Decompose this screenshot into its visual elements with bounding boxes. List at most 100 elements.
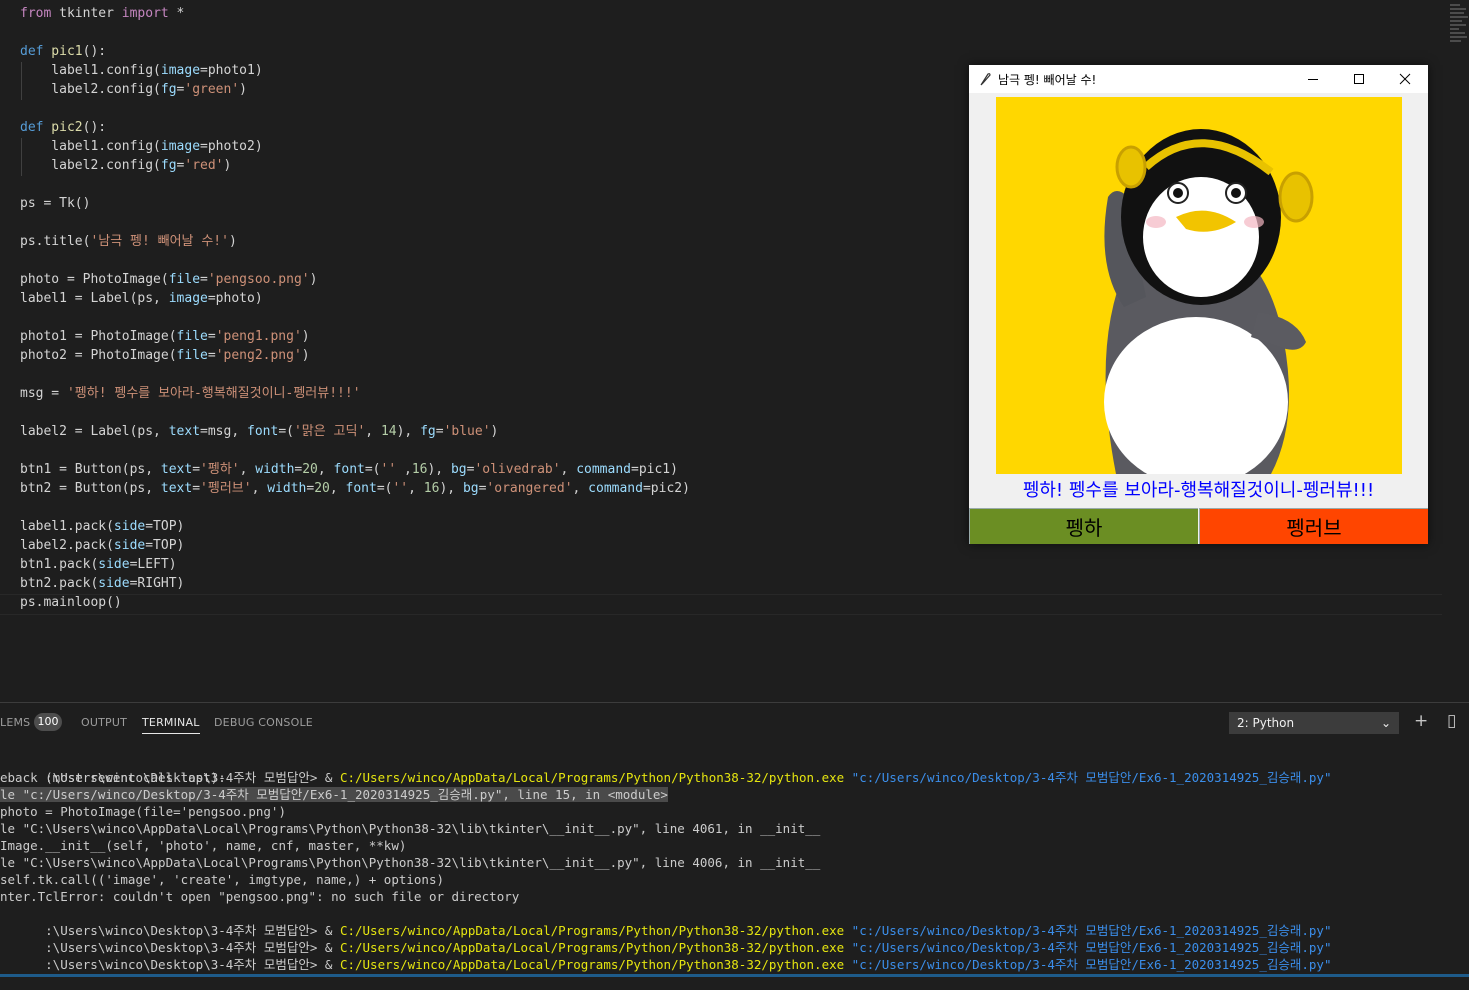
code-line[interactable]: msg = '펭하! 펭수를 보아라-행복해질것이니-펭러뷰!!!': [20, 384, 361, 403]
code-token: =photo1): [200, 63, 263, 78]
code-token: =(: [278, 424, 294, 439]
traceback-line: le "C:\Users\winco\AppData\Local\Program…: [0, 855, 821, 870]
code-line[interactable]: label1.pack(side=TOP): [20, 517, 184, 536]
tk-app-window[interactable]: 남극 펭! 빼어날 수! 펭하! 펭수를 보아라-행복해질것이니-펭러뷰!!! …: [969, 65, 1428, 544]
code-token: side: [98, 557, 130, 572]
code-token: image: [160, 63, 201, 78]
code-token: side: [98, 576, 130, 591]
code-token: =: [207, 329, 216, 344]
code-line[interactable]: label2.config(fg='red'): [20, 156, 231, 175]
code-token: import: [121, 6, 169, 21]
tab-problems[interactable]: LEMS: [0, 716, 30, 729]
tab-debug-console[interactable]: DEBUG CONSOLE: [214, 716, 313, 729]
code-token: =TOP): [145, 519, 185, 534]
close-icon[interactable]: [1382, 65, 1428, 93]
code-token: ): [309, 272, 318, 287]
code-token: label2.pack(: [20, 538, 114, 553]
code-line[interactable]: label2 = Label(ps, text=msg, font=('맑은 고…: [20, 422, 498, 441]
code-token: =photo): [207, 291, 263, 306]
code-token: '펭하': [200, 462, 240, 477]
code-token: ():: [82, 120, 107, 135]
peng-love-button[interactable]: 펭러브: [1199, 508, 1428, 544]
indent-guide: [21, 62, 22, 100]
code-line[interactable]: photo1 = PhotoImage(file='peng1.png'): [20, 327, 310, 346]
code-line[interactable]: ps = Tk(): [20, 194, 90, 213]
terminal-command-line: :\Users\winco\Desktop\3-4주차 모범답안> & C:/U…: [45, 770, 1332, 785]
code-line[interactable]: ps.mainloop(): [20, 593, 122, 612]
code-token: msg =: [20, 386, 67, 401]
code-token: btn1 = Button(ps,: [20, 462, 161, 477]
code-line[interactable]: label2.pack(side=TOP): [20, 536, 184, 555]
code-token: ,: [572, 481, 589, 496]
code-token: '': [392, 481, 409, 496]
code-token: label2 = Label(ps,: [20, 424, 169, 439]
code-token: ,: [408, 481, 424, 496]
code-token: file: [168, 272, 201, 287]
code-line[interactable]: photo2 = PhotoImage(file='peng2.png'): [20, 346, 310, 365]
code-token: fg: [160, 82, 177, 97]
traceback-line: le "C:\Users\winco\AppData\Local\Program…: [0, 821, 821, 836]
traceback-line: eback (most recent call last):: [0, 770, 226, 785]
traceback-line: nter.TclError: couldn't open "pengsoo.pn…: [0, 889, 520, 904]
code-token: label1.pack(: [20, 519, 114, 534]
code-token: label2.config(: [20, 82, 161, 97]
code-token: ,: [560, 462, 577, 477]
code-line[interactable]: ps.title('남극 펭! 빼어날 수!'): [20, 232, 237, 251]
code-token: fg: [420, 424, 436, 439]
tab-terminal[interactable]: TERMINAL: [142, 716, 200, 734]
code-line[interactable]: label1.config(image=photo2): [20, 137, 262, 156]
code-line[interactable]: btn1 = Button(ps, text='펭하', width=20, f…: [20, 460, 678, 479]
code-line[interactable]: photo = PhotoImage(file='pengsoo.png'): [20, 270, 317, 289]
minimap[interactable]: [1450, 4, 1468, 44]
code-token: btn1.pack(: [20, 557, 99, 572]
code-line[interactable]: label2.config(fg='green'): [20, 80, 247, 99]
code-token: 'green': [184, 82, 240, 97]
tab-output[interactable]: OUTPUT: [81, 716, 127, 729]
code-token: '남극 펭! 빼어날 수!': [90, 234, 229, 249]
code-line[interactable]: label1 = Label(ps, image=photo): [20, 289, 263, 308]
maximize-icon[interactable]: [1336, 65, 1382, 93]
code-token: 'peng1.png': [215, 329, 302, 344]
code-token: width: [255, 462, 295, 477]
code-line[interactable]: btn2 = Button(ps, text='펭러브', width=20, …: [20, 479, 690, 498]
terminal-command-line: :\Users\winco\Desktop\3-4주차 모범답안> & C:/U…: [45, 940, 1332, 955]
problems-count-badge: 100: [34, 713, 62, 731]
code-token: ():: [82, 44, 107, 59]
code-token: text: [160, 462, 193, 477]
code-line[interactable]: from tkinter import *: [20, 4, 184, 23]
code-token: btn2 = Button(ps,: [20, 481, 161, 496]
code-token: =TOP): [145, 538, 185, 553]
tk-window-title: 남극 펭! 빼어날 수!: [998, 72, 1097, 87]
terminal-select[interactable]: 2: Python ⌄: [1229, 712, 1399, 734]
penguin-image: [996, 97, 1402, 474]
code-token: =RIGHT): [129, 576, 185, 591]
code-line[interactable]: def pic1():: [20, 42, 106, 61]
code-token: 'olivedrab': [474, 462, 561, 477]
code-token: =: [200, 272, 208, 287]
code-token: 16: [411, 462, 428, 477]
code-token: 'orangered': [486, 481, 573, 496]
code-line[interactable]: def pic2():: [20, 118, 106, 137]
code-token: 14: [380, 424, 397, 439]
code-line[interactable]: label1.config(image=photo1): [20, 61, 263, 80]
current-line-highlight: [0, 594, 1442, 615]
code-token: 'pengsoo.png': [207, 272, 310, 287]
add-terminal-icon[interactable]: +: [1414, 711, 1428, 731]
code-token: label1.config(: [20, 139, 161, 154]
tk-titlebar[interactable]: 남극 펭! 빼어날 수!: [969, 65, 1428, 93]
code-line[interactable]: btn1.pack(side=LEFT): [20, 555, 177, 574]
minimize-icon[interactable]: [1290, 65, 1336, 93]
code-token: 'peng2.png': [215, 348, 302, 363]
split-terminal-icon[interactable]: ▯: [1447, 711, 1456, 731]
code-token: =pic1): [631, 462, 678, 477]
code-token: '펭러브': [200, 481, 252, 496]
code-token: pic2: [43, 120, 83, 135]
penghа-button[interactable]: 펭하: [969, 508, 1198, 544]
code-token: *: [168, 6, 185, 21]
code-token: ,: [365, 424, 381, 439]
code-token: file: [176, 348, 208, 363]
tk-message-label: 펭하! 펭수를 보아라-행복해질것이니-펭러뷰!!!: [1022, 480, 1375, 501]
code-line[interactable]: btn2.pack(side=RIGHT): [20, 574, 184, 593]
code-token: width: [267, 481, 307, 496]
code-token: command: [588, 481, 643, 496]
